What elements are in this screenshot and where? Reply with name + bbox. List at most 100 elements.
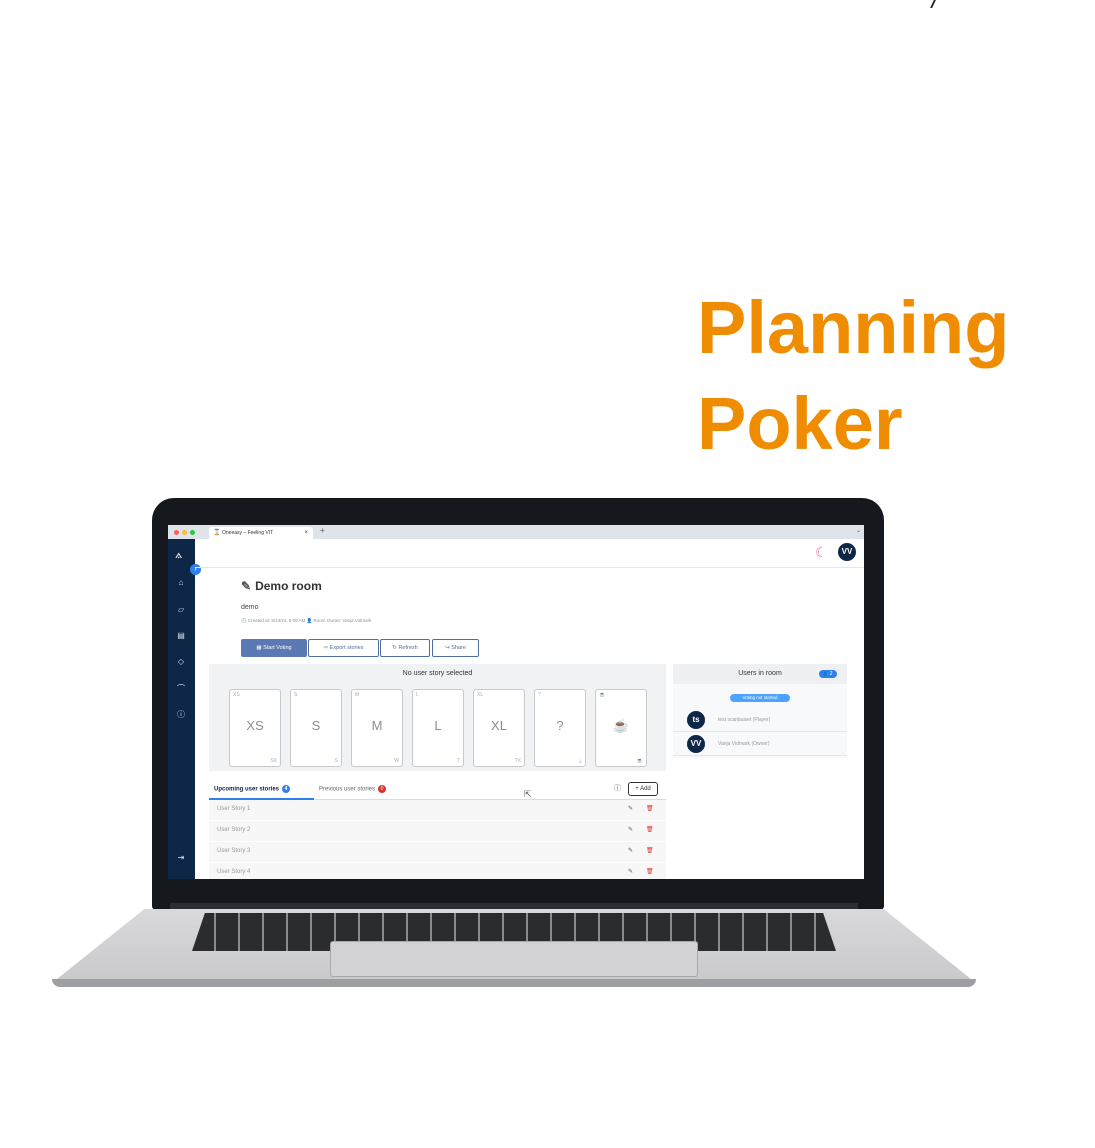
cards-icon[interactable]: ▤ [176,631,186,641]
add-story-button[interactable]: + Add [628,782,658,796]
refresh-label: Refresh [398,645,418,651]
room-title-text: Demo room [255,579,322,593]
stories-tabs: Upcoming user stories 4 Previous user sto… [209,779,666,800]
edit-icon[interactable]: ✎ [628,868,633,875]
card-corner-label: XL [477,692,484,698]
users-count-badge: 👥2 [819,670,837,678]
window-maximize-dot[interactable] [190,530,195,535]
trash-icon[interactable]: 🗑 [646,826,654,833]
laptop-screen: ⌛ Oneeasy – Feeling VIT × + ⌄ ⟑ ⌂ ▱ ▤ ◇ … [168,525,864,879]
card-corner-label: S [294,692,298,698]
chat-icon[interactable]: ▱ [176,605,186,615]
story-row[interactable]: User Story 2 ✎ 🗑 [209,821,666,842]
users-panel: Users in room 👥2 Voting not started ts te… [673,664,847,758]
browser-tab-bar: ⌛ Oneeasy – Feeling VIT × + ⌄ [168,525,864,539]
new-tab-icon[interactable]: + [320,526,325,535]
user-avatar: VV [687,735,705,753]
voting-card[interactable]: M M W [351,689,403,767]
room-description: demo [241,604,259,611]
share-label: Share [451,645,466,651]
tab-previous-label: Previous user stories [319,786,376,793]
room-title: ✎ Demo room [241,579,322,593]
voting-card[interactable]: S S S [290,689,342,767]
card-corner-label-bottom: SX [270,758,277,764]
info-icon[interactable]: ⓘ [176,710,186,720]
tab-favicon-icon: ⌛ [213,530,221,536]
headline: Planning Poker [697,280,1009,472]
laptop-base [52,903,976,987]
edit-icon[interactable]: ✎ [628,805,633,812]
trash-icon[interactable]: 🗑 [646,868,654,875]
voting-panel: No user story selected XS XS SX S S S M M W L L T XL… [209,664,666,771]
card-value: S [311,718,321,733]
tab-upcoming-stories[interactable]: Upcoming user stories 4 [214,785,291,793]
voting-status-badge: Voting not started [730,694,790,702]
voting-panel-header: No user story selected [402,670,473,677]
story-row[interactable]: User Story 1 ✎ 🗑 [209,800,666,821]
card-corner-label-bottom: ¿ [578,758,582,764]
window-close-dot[interactable] [174,530,179,535]
trash-icon[interactable]: 🗑 [646,805,654,812]
story-title: User Story 4 [217,869,251,875]
user-name: Vanja Vidmark (Owner) [718,741,770,747]
card-corner-label: ☕ [599,692,606,698]
people-icon[interactable]: ⌒ [176,684,186,694]
trash-icon[interactable]: 🗑 [646,847,654,854]
logout-icon[interactable]: ⇥ [176,853,186,863]
decorative-tick [926,0,936,8]
voting-card[interactable]: XL XL TX [473,689,525,767]
dark-mode-moon-icon[interactable]: ☾ [815,544,828,561]
tab-title: Oneeasy – Feeling VIT [222,530,274,536]
headline-line-2: Poker [697,382,903,465]
export-stories-label: Export stories [329,645,364,651]
card-corner-label-bottom: ☕ [636,758,643,764]
share-button[interactable]: ↪ Share [432,639,479,657]
card-corner-label: XS [233,692,240,698]
voting-card[interactable]: ?? ¿ [534,689,586,767]
tab-upcoming-label: Upcoming user stories [214,786,280,793]
browser-tab[interactable]: ⌛ Oneeasy – Feeling VIT × [209,527,313,539]
voting-card[interactable]: ☕ ☕ ☕ [595,689,647,767]
card-value: XS [246,718,264,733]
mouse-cursor-icon: ⇱ [524,789,532,799]
voting-card[interactable]: XS XS SX [229,689,281,767]
voting-card[interactable]: L L T [412,689,464,767]
home-icon[interactable]: ⌂ [176,578,186,588]
sidebar: ⟑ ⌂ ▱ ▤ ◇ ⌒ ⓘ ⇥ [168,539,195,879]
card-value: ☕ [612,718,630,733]
chevron-down-icon[interactable]: ⌄ [856,527,861,534]
app-logo-icon[interactable]: ⟑ [175,547,182,562]
card-corner-label-bottom: TX [514,758,521,764]
user-avatar[interactable]: VV [838,543,856,561]
card-corner-label: ? [538,692,541,698]
user-name: test scanlauset (Player) [718,717,771,723]
laptop-trackpad [330,941,698,977]
user-row: ts test scanlauset (Player) [673,709,847,732]
info-icon[interactable]: ⓘ [614,783,621,793]
top-bar: ☾ VV [195,539,864,568]
story-row[interactable]: User Story 4 ✎ 🗑 [209,863,666,879]
export-stories-button[interactable]: ⇨ Export stories [308,639,379,657]
tab-close-icon[interactable]: × [304,527,308,539]
users-panel-header: Users in room 👥2 [673,664,847,684]
window-minimize-dot[interactable] [182,530,187,535]
story-title: User Story 3 [217,848,251,854]
edit-icon[interactable]: ✎ [628,847,633,854]
edit-icon[interactable]: ✎ [628,826,633,833]
room-meta: 🕓 Created at: 8/23/24, 9:09 AM 👤 Room Ow… [241,618,372,623]
card-corner-label: M [355,692,360,698]
card-corner-label: L [416,692,419,698]
story-title: User Story 2 [217,827,251,833]
story-row[interactable]: User Story 3 ✎ 🗑 [209,842,666,863]
tab-previous-stories[interactable]: Previous user stories 0 [319,785,387,793]
story-title: User Story 1 [217,806,251,812]
start-voting-button[interactable]: ▦ Start Voting [241,639,307,657]
edit-room-icon[interactable]: ✎ [241,579,251,593]
laptop-base-edge [52,979,976,987]
refresh-button[interactable]: ↻ Refresh [380,639,430,657]
diamond-icon[interactable]: ◇ [176,657,186,667]
user-avatar: ts [687,711,705,729]
card-corner-label-bottom: T [456,758,460,764]
previous-count-badge: 0 [378,785,387,793]
card-corner-label-bottom: W [394,758,399,764]
